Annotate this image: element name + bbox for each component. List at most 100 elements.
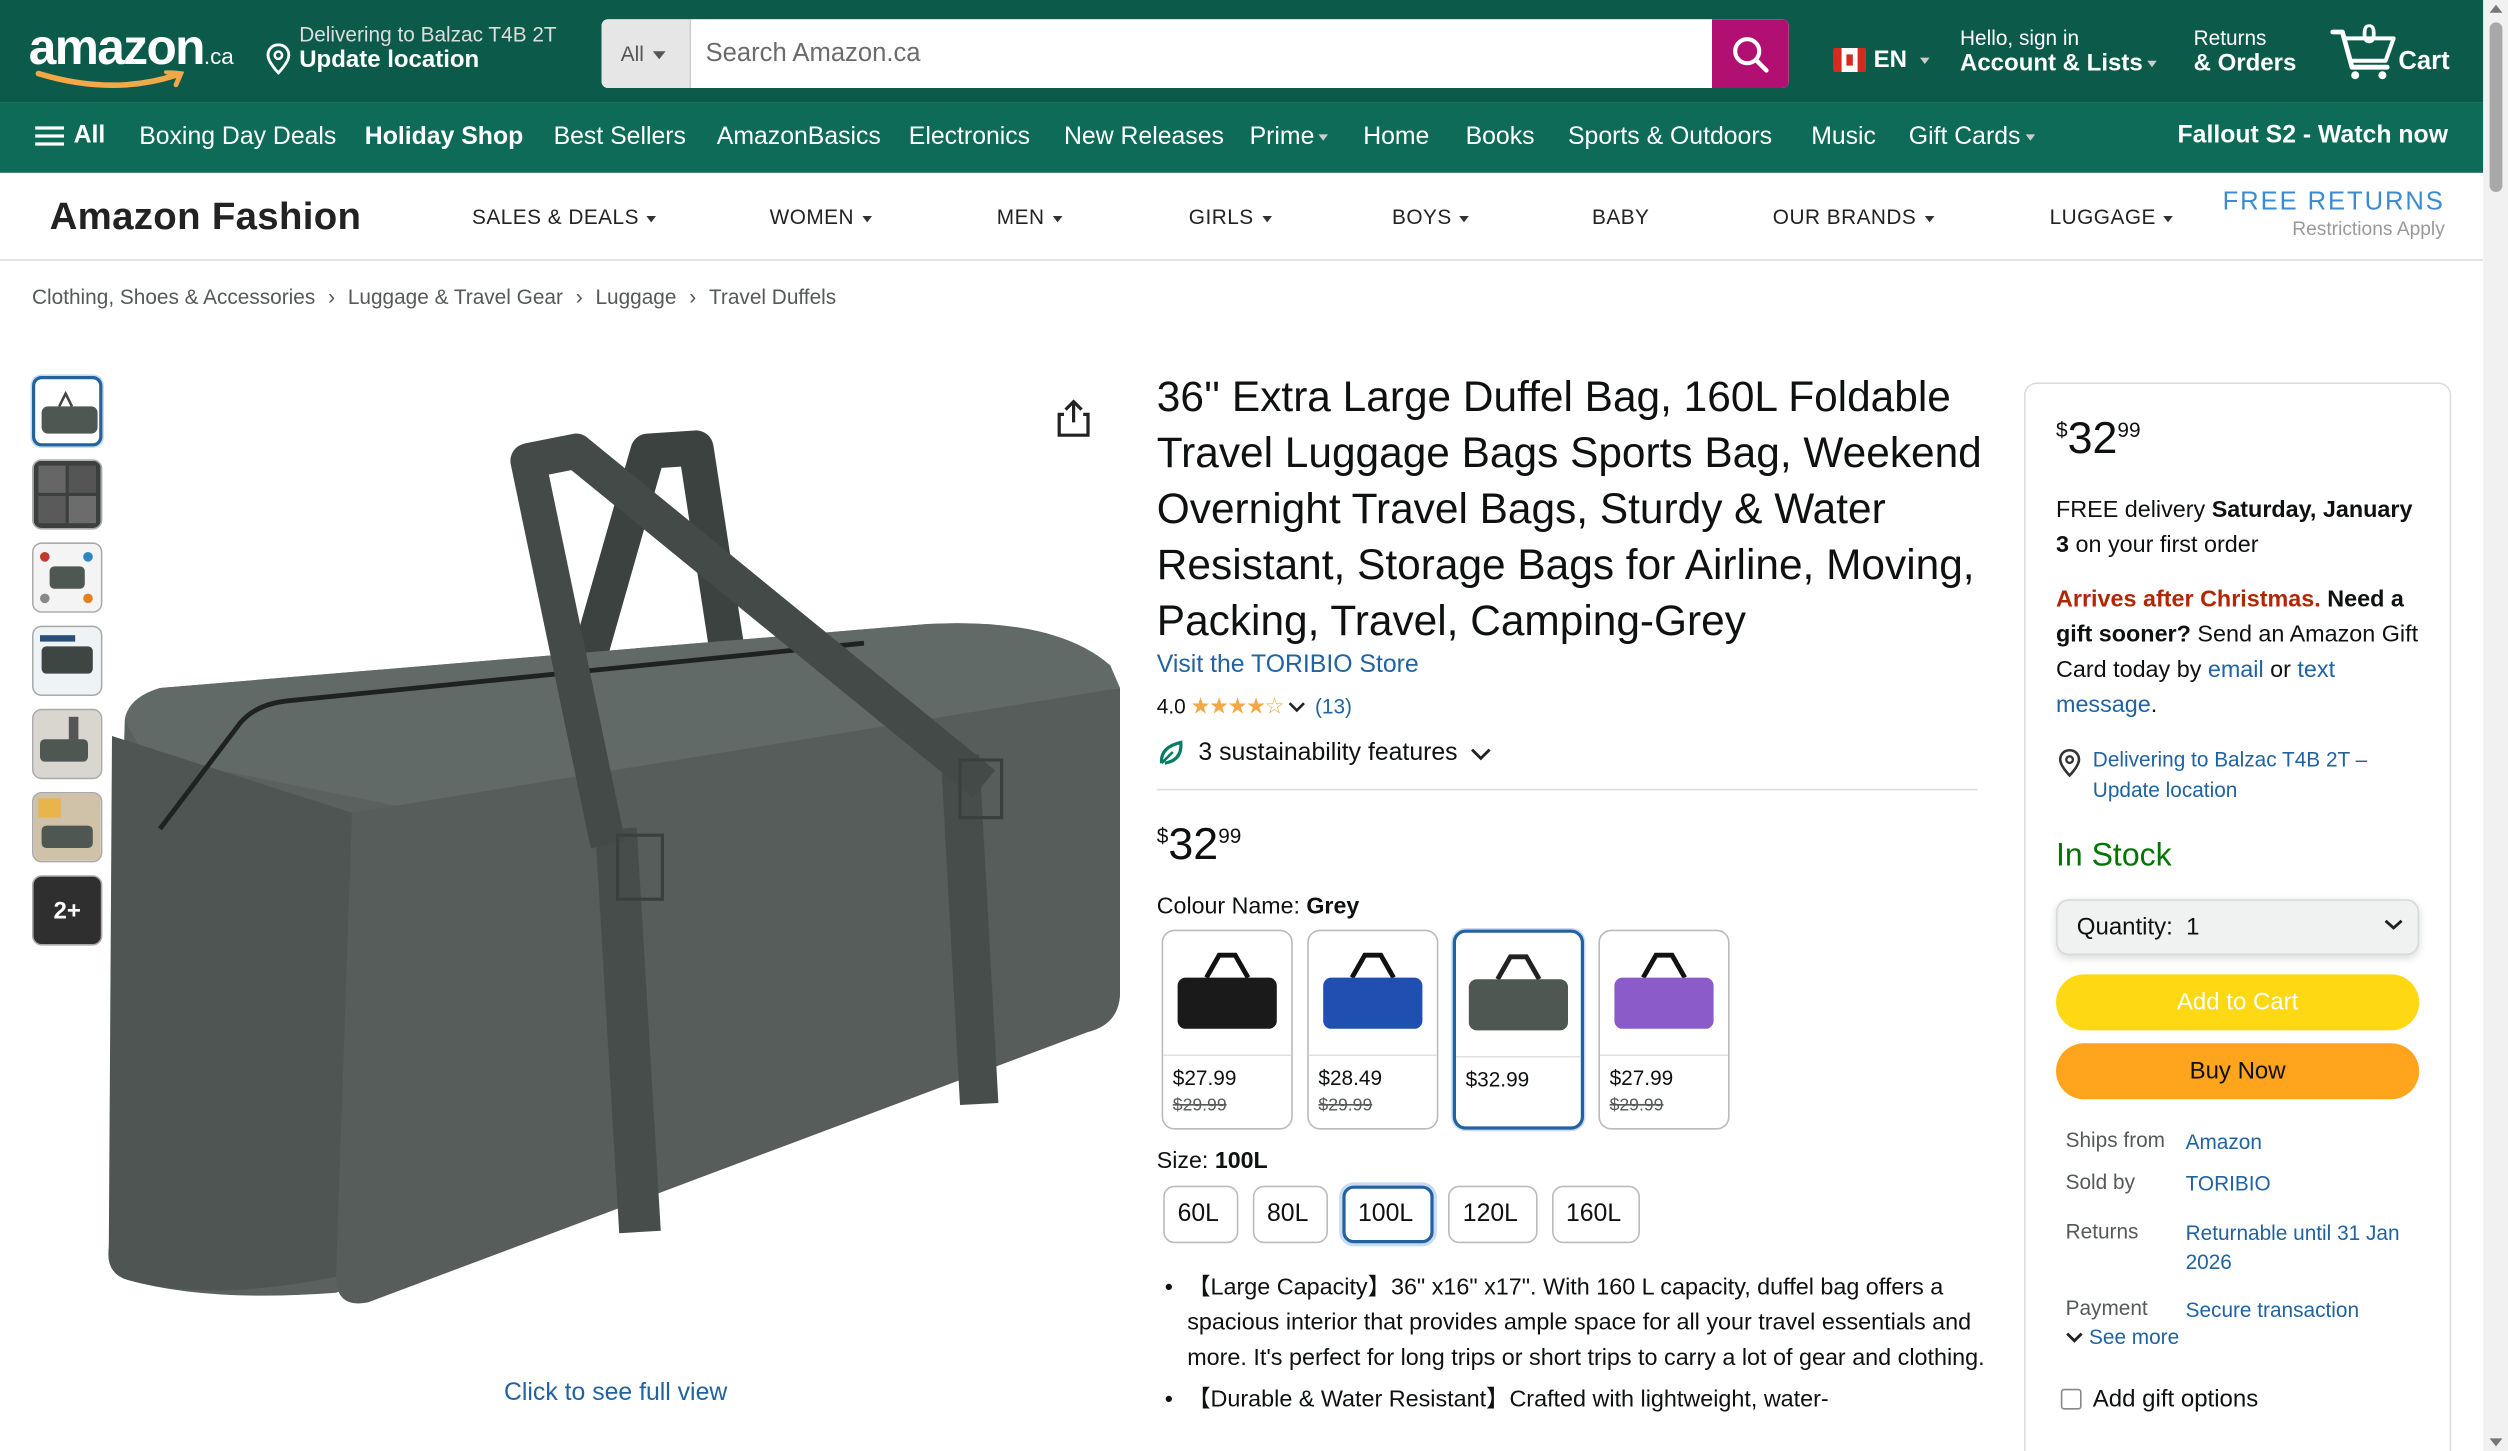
review-count-link[interactable]: (13) bbox=[1315, 694, 1352, 718]
thumbnail-6[interactable] bbox=[32, 792, 103, 863]
swatch-blue[interactable]: $28.49 $29.99 bbox=[1307, 929, 1439, 1130]
scrollbar-thumb[interactable] bbox=[2489, 22, 2503, 193]
swatch-old-price: $29.99 bbox=[1609, 1096, 1664, 1116]
thumbnail-1[interactable] bbox=[32, 376, 103, 447]
fashion-item-label: BOYS bbox=[1392, 204, 1452, 229]
breadcrumb-item[interactable]: Travel Duffels bbox=[709, 285, 836, 309]
search-category-select[interactable]: All bbox=[601, 19, 692, 89]
breadcrumb-item[interactable]: Luggage & Travel Gear bbox=[348, 285, 563, 309]
returns-policy-link[interactable]: Returnable until 31 Jan 2026 bbox=[2186, 1219, 2426, 1277]
smile-icon bbox=[35, 70, 185, 88]
thumbnail-4[interactable] bbox=[32, 625, 103, 696]
thumbnail-2[interactable] bbox=[32, 459, 103, 530]
detail-thumbnail-image bbox=[33, 460, 101, 528]
free-returns-label: FREE RETURNS bbox=[2222, 188, 2445, 216]
buy-now-button[interactable]: Buy Now bbox=[2056, 1043, 2420, 1100]
deliver-to[interactable]: Delivering to Balzac T4B 2T Update locat… bbox=[266, 22, 557, 75]
nav-prime[interactable]: Prime bbox=[1250, 123, 1329, 152]
swatch-grey[interactable]: $32.99 bbox=[1452, 929, 1584, 1130]
language-selector[interactable]: EN bbox=[1833, 46, 1930, 74]
period-text: . bbox=[2150, 692, 2158, 719]
ships-from-link[interactable]: Amazon bbox=[2186, 1128, 2262, 1157]
nav-amazonbasics[interactable]: AmazonBasics bbox=[717, 123, 881, 152]
promo-link[interactable]: Fallout S2 - Watch now bbox=[2178, 122, 2449, 151]
thumbnail-3[interactable] bbox=[32, 542, 103, 613]
hamburger-icon bbox=[35, 122, 64, 151]
breadcrumb-item[interactable]: Luggage bbox=[595, 285, 676, 309]
returns-label: Returns bbox=[2065, 1219, 2139, 1244]
cart-button[interactable]: 0 Cart bbox=[2330, 19, 2458, 86]
fashion-boys[interactable]: BOYS bbox=[1392, 204, 1470, 229]
search-input[interactable] bbox=[691, 19, 1712, 89]
fashion-men[interactable]: MEN bbox=[997, 205, 1063, 229]
buybox-price: $3299 bbox=[2056, 413, 2141, 464]
size-option-60l[interactable]: 60L bbox=[1163, 1185, 1239, 1244]
all-menu-button[interactable]: All bbox=[35, 122, 105, 151]
product-rating[interactable]: 4.0 ★★★★☆ (13) bbox=[1157, 693, 1352, 720]
delivery-location-link[interactable]: Delivering to Balzac T4B 2T – Update loc… bbox=[2056, 744, 2408, 805]
thumbnail-5[interactable] bbox=[32, 708, 103, 780]
fashion-girls[interactable]: GIRLS bbox=[1189, 205, 1272, 229]
breadcrumb-separator: › bbox=[328, 284, 336, 309]
scroll-down-arrow-icon[interactable] bbox=[2489, 1438, 2503, 1447]
nav-electronics[interactable]: Electronics bbox=[909, 123, 1030, 152]
logo-suffix: .ca bbox=[203, 43, 234, 69]
size-option-100l[interactable]: 100L bbox=[1342, 1185, 1434, 1244]
account-menu[interactable]: Hello, sign in Account & Lists bbox=[1960, 26, 2158, 77]
more-images-button[interactable]: 2+ bbox=[32, 875, 103, 946]
email-link[interactable]: email bbox=[2208, 658, 2264, 684]
add-to-cart-button[interactable]: Add to Cart bbox=[2056, 974, 2420, 1031]
breadcrumb-item[interactable]: Clothing, Shoes & Accessories bbox=[32, 285, 315, 309]
search-button[interactable] bbox=[1712, 19, 1789, 89]
swatch-price: $27.99 bbox=[1172, 1065, 1237, 1090]
size-option-120l[interactable]: 120L bbox=[1448, 1185, 1538, 1244]
nav-boxing-day-deals[interactable]: Boxing Day Deals bbox=[139, 123, 336, 152]
nav-holiday-shop[interactable]: Holiday Shop bbox=[365, 123, 523, 152]
returns-orders-link[interactable]: Returns & Orders bbox=[2194, 26, 2297, 77]
product-main-image[interactable] bbox=[96, 384, 1120, 1328]
nav-sports-outdoors[interactable]: Sports & Outdoors bbox=[1568, 123, 1772, 152]
fashion-our-brands[interactable]: OUR BRANDS bbox=[1773, 205, 1934, 229]
swatch-black[interactable]: $27.99 $29.99 bbox=[1161, 929, 1293, 1130]
see-more-toggle[interactable]: See more bbox=[2066, 1325, 2179, 1349]
page-scrollbar[interactable] bbox=[2483, 0, 2508, 1451]
nav-new-releases[interactable]: New Releases bbox=[1064, 123, 1224, 152]
price-symbol: $ bbox=[2056, 417, 2068, 442]
fashion-baby[interactable]: BABY bbox=[1592, 205, 1649, 229]
sold-by-link[interactable]: TORIBIO bbox=[2186, 1170, 2271, 1199]
gift-options[interactable]: Add gift options bbox=[2060, 1386, 2258, 1413]
sustainability-features[interactable]: 3 sustainability features bbox=[1157, 739, 1491, 768]
quantity-label: Quantity: 1 bbox=[2076, 913, 2200, 941]
product-price: $3299 bbox=[1157, 819, 1242, 870]
nav-gift-cards[interactable]: Gift Cards bbox=[1909, 123, 2035, 152]
fashion-women[interactable]: WOMEN bbox=[770, 205, 872, 229]
amazon-logo[interactable]: amazon.ca bbox=[29, 19, 234, 77]
secure-transaction-link[interactable]: Secure transaction bbox=[2186, 1296, 2359, 1325]
gift-options-checkbox[interactable] bbox=[2060, 1388, 2082, 1410]
full-view-link[interactable]: Click to see full view bbox=[504, 1379, 727, 1408]
store-link[interactable]: Visit the TORIBIO Store bbox=[1157, 651, 1419, 680]
share-button[interactable] bbox=[1056, 397, 1091, 447]
scroll-up-arrow-icon[interactable] bbox=[2489, 4, 2503, 13]
fashion-luggage[interactable]: LUGGAGE bbox=[2050, 205, 2174, 229]
swatch-purple[interactable]: $27.99 $29.99 bbox=[1598, 929, 1730, 1130]
size-option-80l[interactable]: 80L bbox=[1252, 1185, 1328, 1244]
nav-books[interactable]: Books bbox=[1466, 123, 1535, 152]
breadcrumb-separator: › bbox=[689, 284, 697, 309]
feature-bullets: 【Large Capacity】36" x16" x17". With 160 … bbox=[1158, 1270, 1990, 1424]
chevron-down-icon bbox=[1261, 215, 1272, 222]
fashion-item-label: WOMEN bbox=[769, 204, 855, 229]
fashion-item-label: BABY bbox=[1592, 204, 1650, 229]
nav-music[interactable]: Music bbox=[1811, 123, 1876, 152]
share-icon bbox=[1057, 399, 1090, 437]
nav-home[interactable]: Home bbox=[1363, 123, 1429, 152]
nav-best-sellers[interactable]: Best Sellers bbox=[554, 123, 686, 152]
divider bbox=[1156, 788, 1978, 791]
size-option-160l[interactable]: 160L bbox=[1551, 1185, 1641, 1244]
search-category-label: All bbox=[620, 41, 644, 66]
free-returns-banner[interactable]: FREE RETURNS Restrictions Apply bbox=[2223, 189, 2445, 240]
chevron-down-icon bbox=[1319, 134, 1329, 141]
quantity-select[interactable]: Quantity: 1 bbox=[2056, 899, 2420, 956]
fashion-sales-deals[interactable]: SALES & DEALS bbox=[472, 205, 657, 229]
fashion-brand[interactable]: Amazon Fashion bbox=[50, 195, 362, 240]
